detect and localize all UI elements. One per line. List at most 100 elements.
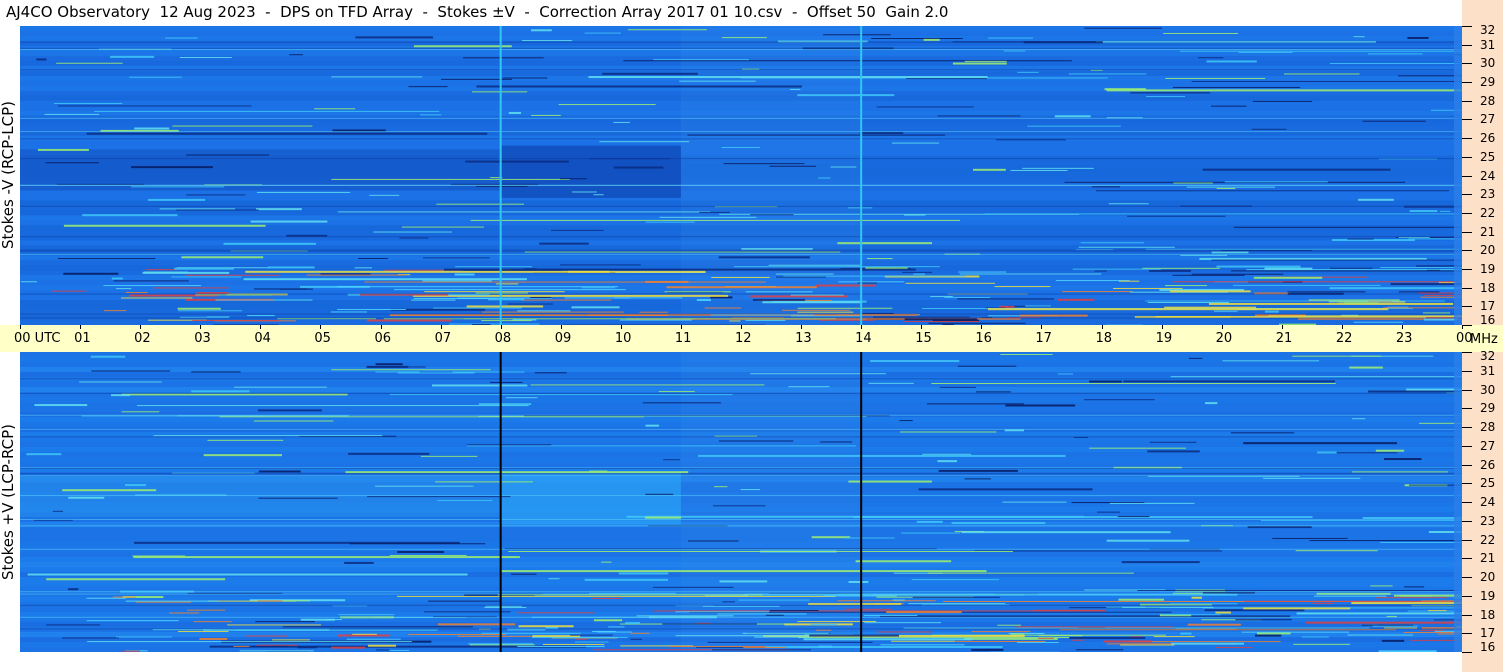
interference-line [250,220,328,223]
interference-line [1095,190,1450,192]
interference-line [639,311,668,313]
frequency-tick-label: 22 [1480,205,1496,220]
interference-line [679,80,756,82]
lighter-region [680,26,862,325]
interference-line [191,390,250,393]
interference-line [338,614,395,616]
frequency-tick [1462,212,1472,214]
interference-line [454,273,475,276]
interference-line [251,645,288,647]
interference-line [937,460,958,463]
interference-line [702,605,780,607]
interference-line [902,271,932,273]
interference-line [1317,451,1337,454]
frequency-tick [1462,483,1472,485]
interference-line [687,540,739,542]
interference-line [437,500,493,502]
interference-line [1406,388,1462,391]
time-tick [500,325,502,329]
interference-line [740,489,761,491]
interference-line [838,281,905,283]
interference-line [1165,285,1208,287]
interference-line [369,194,400,196]
time-tick-label: 12 [735,331,752,346]
interference-line [811,536,851,539]
interference-line [1153,636,1195,638]
interference-line [169,612,200,614]
interference-line [1347,238,1374,240]
interference-line [389,394,733,396]
interference-line [1347,634,1414,636]
interference-line [645,221,695,223]
time-tick-label: 04 [254,331,271,346]
interference-line [245,270,706,273]
interference-line [314,108,356,110]
interference-line [1384,627,1418,629]
interference-line [994,286,1051,288]
frequency-tick [1462,63,1472,65]
interference-line [177,307,221,310]
interference-line [1187,623,1241,626]
frequency-tick [1462,633,1472,635]
time-tick-label: 16 [975,331,992,346]
interference-line [1146,96,1186,98]
interference-line [876,106,974,108]
time-tick [981,325,983,329]
interference-line [1191,273,1284,275]
interference-line [91,370,171,372]
interference-line [593,619,623,622]
interference-line [20,117,1462,119]
interference-line [297,646,317,649]
interference-line [1092,186,1120,188]
interference-line [258,409,322,412]
interference-line [1264,267,1313,270]
interference-line [1428,610,1447,612]
interference-line [82,214,178,217]
interference-line [815,284,877,287]
interference-line [187,609,226,611]
interference-line [191,371,241,373]
time-tick-label: 23 [1395,331,1413,346]
interference-line [696,299,712,302]
interference-line [345,471,689,474]
frequency-tick-label: 19 [1480,261,1496,276]
interference-line [666,286,817,289]
interference-line [859,131,904,134]
interference-line [272,639,310,641]
interference-line [357,257,388,259]
interference-line [591,630,616,632]
interference-line [530,297,552,299]
interference-line [389,554,467,556]
interference-line [20,519,1462,521]
frequency-tick-label: 19 [1480,588,1496,603]
frequency-tick [1462,138,1472,140]
interference-line [901,532,961,534]
interference-line [1344,302,1379,304]
interference-line [1097,511,1120,513]
frequency-tick [1462,614,1472,616]
time-tick-label: 08 [494,331,512,346]
interference-line [258,497,338,499]
time-tick [620,325,622,329]
interference-line [1375,597,1449,599]
interference-line [1027,125,1121,127]
interference-line [592,597,622,599]
interference-line [467,444,552,446]
time-tick-label: 17 [1035,331,1052,346]
interference-line [1408,238,1462,240]
interference-line [26,453,62,456]
interference-line [1172,86,1301,88]
interference-line [1103,640,1153,643]
interference-line [630,632,650,634]
interference-line [68,496,105,499]
time-tick [80,325,82,329]
interference-line [134,127,170,130]
interference-line [560,264,641,266]
interference-line [713,486,728,488]
interference-line [331,646,366,649]
interference-line [178,630,229,632]
interference-line [789,88,801,90]
interference-line [570,634,613,636]
interference-line [129,76,182,78]
interference-line [750,214,794,216]
